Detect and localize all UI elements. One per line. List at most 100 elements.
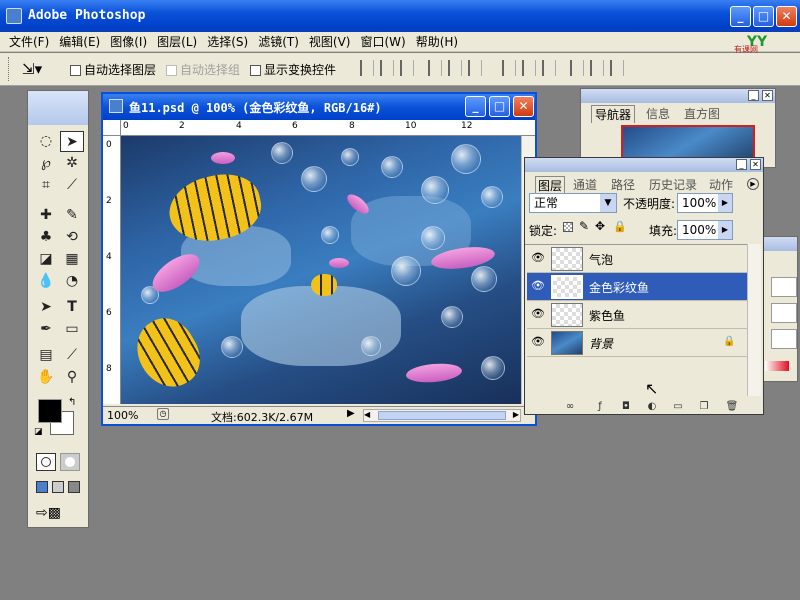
panel-minimize-button[interactable]: _ bbox=[736, 159, 747, 170]
scroll-left-icon[interactable]: ◀ bbox=[364, 410, 370, 419]
align-hcenter-icon[interactable] bbox=[448, 60, 462, 76]
auto-select-layer-checkbox[interactable]: 自动选择图层 bbox=[70, 61, 156, 78]
layer-row-golden-fish[interactable]: 👁 金色彩纹鱼 bbox=[527, 273, 747, 301]
magic-wand-tool-icon[interactable]: ✲ bbox=[60, 153, 84, 174]
new-group-icon[interactable]: ▭ bbox=[671, 401, 685, 412]
panel-menu-icon[interactable]: ▶ bbox=[747, 178, 759, 190]
adjustment-layer-icon[interactable]: ◐ bbox=[645, 401, 659, 412]
fill-input[interactable]: 100% ▶ bbox=[677, 220, 733, 240]
distribute-bottom-icon[interactable] bbox=[542, 60, 556, 76]
jump-to-imageready-icon[interactable]: ⇨▩ bbox=[36, 505, 80, 523]
layer-row-bubbles[interactable]: 👁 气泡 bbox=[527, 245, 747, 273]
menu-edit[interactable]: 编辑(E) bbox=[54, 32, 105, 52]
clone-stamp-tool-icon[interactable]: ♣ bbox=[34, 227, 58, 248]
layer-row-background[interactable]: 👁 背景 🔒 bbox=[527, 329, 747, 357]
notes-tool-icon[interactable]: ▤ bbox=[34, 345, 58, 366]
blur-tool-icon[interactable]: 💧 bbox=[34, 271, 58, 292]
lock-transparency-icon[interactable] bbox=[563, 222, 573, 232]
scroll-thumb[interactable] bbox=[378, 411, 506, 420]
gradient-tool-icon[interactable]: ▦ bbox=[60, 249, 84, 270]
standard-mode-icon[interactable] bbox=[36, 453, 56, 471]
zoom-level[interactable]: 100% bbox=[107, 409, 138, 422]
menu-layer[interactable]: 图层(L) bbox=[152, 32, 202, 52]
tab-layers[interactable]: 图层 bbox=[535, 176, 566, 194]
menu-window[interactable]: 窗口(W) bbox=[355, 32, 410, 52]
visibility-eye-icon[interactable]: 👁 bbox=[531, 336, 545, 348]
distribute-left-icon[interactable] bbox=[570, 60, 584, 76]
path-selection-tool-icon[interactable]: ➤ bbox=[34, 297, 58, 318]
quick-mask-mode-icon[interactable] bbox=[60, 453, 80, 471]
pen-tool-icon[interactable]: ✒ bbox=[34, 319, 58, 340]
scroll-right-icon[interactable]: ▶ bbox=[513, 410, 519, 419]
move-tool-preset-icon[interactable]: ⇲▾ bbox=[22, 60, 42, 78]
align-bottom-icon[interactable] bbox=[400, 60, 414, 76]
status-info-icon[interactable]: ◷ bbox=[157, 408, 169, 420]
eyedropper-tool-icon[interactable]: ⟋ bbox=[60, 345, 84, 366]
opacity-input[interactable]: 100% ▶ bbox=[677, 193, 733, 213]
show-transform-checkbox[interactable]: 显示变换控件 bbox=[250, 61, 336, 78]
background-panel-field[interactable] bbox=[771, 277, 797, 297]
align-left-icon[interactable] bbox=[428, 60, 442, 76]
screen-mode-full-menu-icon[interactable] bbox=[52, 481, 64, 493]
background-panel-field[interactable] bbox=[771, 329, 797, 349]
color-ramp[interactable] bbox=[765, 361, 789, 371]
slice-tool-icon[interactable]: ⟋ bbox=[60, 175, 84, 196]
menu-help[interactable]: 帮助(H) bbox=[411, 32, 463, 52]
panel-minimize-button[interactable]: _ bbox=[748, 90, 759, 101]
new-layer-icon[interactable]: ❐ bbox=[697, 401, 711, 412]
healing-brush-tool-icon[interactable]: ✚ bbox=[34, 205, 58, 226]
align-right-icon[interactable] bbox=[468, 60, 482, 76]
layers-scrollbar[interactable] bbox=[747, 244, 761, 396]
tab-info[interactable]: 信息 bbox=[643, 105, 673, 122]
distribute-right-icon[interactable] bbox=[610, 60, 624, 76]
trash-icon[interactable]: 🗑 bbox=[725, 401, 739, 412]
add-mask-icon[interactable]: ◘ bbox=[619, 401, 633, 412]
screen-mode-standard-icon[interactable] bbox=[36, 481, 48, 493]
history-brush-tool-icon[interactable]: ⟲ bbox=[60, 227, 84, 248]
visibility-eye-icon[interactable]: 👁 bbox=[531, 308, 545, 320]
panel-close-button[interactable]: ✕ bbox=[750, 159, 761, 170]
link-layers-icon[interactable]: ∞ bbox=[563, 401, 577, 412]
layer-row-purple-fish[interactable]: 👁 紫色鱼 bbox=[527, 301, 747, 329]
background-panel-field[interactable] bbox=[771, 303, 797, 323]
tab-history[interactable]: 历史记录 bbox=[647, 176, 699, 193]
dodge-tool-icon[interactable]: ◔ bbox=[60, 271, 84, 292]
menu-file[interactable]: 文件(F) bbox=[4, 32, 54, 52]
type-tool-icon[interactable]: T bbox=[60, 297, 84, 318]
doc-maximize-button[interactable]: □ bbox=[489, 96, 510, 117]
fill-slider-arrow-icon[interactable]: ▶ bbox=[718, 221, 732, 239]
lock-position-icon[interactable]: ✥ bbox=[595, 219, 605, 233]
visibility-eye-icon[interactable]: 👁 bbox=[531, 280, 545, 292]
menu-select[interactable]: 选择(S) bbox=[202, 32, 253, 52]
lock-pixels-icon[interactable]: ✎ bbox=[579, 219, 589, 233]
minimize-button[interactable]: _ bbox=[730, 6, 751, 27]
doc-minimize-button[interactable]: _ bbox=[465, 96, 486, 117]
align-top-icon[interactable] bbox=[360, 60, 374, 76]
distribute-hcenter-icon[interactable] bbox=[590, 60, 604, 76]
tab-paths[interactable]: 路径 bbox=[609, 176, 637, 193]
distribute-top-icon[interactable] bbox=[502, 60, 516, 76]
opacity-slider-arrow-icon[interactable]: ▶ bbox=[718, 194, 732, 212]
ruler-origin[interactable] bbox=[103, 120, 121, 136]
default-colors-icon[interactable]: ◪ bbox=[34, 427, 43, 437]
toolbox-header-feather-icon[interactable] bbox=[28, 91, 88, 125]
eraser-tool-icon[interactable]: ◪ bbox=[34, 249, 58, 270]
lasso-tool-icon[interactable]: ℘ bbox=[34, 153, 58, 174]
align-vcenter-icon[interactable] bbox=[380, 60, 394, 76]
zoom-tool-icon[interactable]: ⚲ bbox=[60, 367, 84, 388]
maximize-button[interactable]: □ bbox=[753, 6, 774, 27]
crop-tool-icon[interactable]: ⌗ bbox=[34, 175, 58, 196]
move-tool-icon[interactable]: ➤ bbox=[60, 131, 84, 152]
blend-mode-select[interactable]: 正常 ▼ bbox=[529, 193, 617, 213]
screen-mode-full-icon[interactable] bbox=[68, 481, 80, 493]
distribute-vcenter-icon[interactable] bbox=[522, 60, 536, 76]
tab-channels[interactable]: 通道 bbox=[571, 176, 599, 193]
menu-filter[interactable]: 滤镜(T) bbox=[253, 32, 304, 52]
close-button[interactable]: ✕ bbox=[776, 6, 797, 27]
layer-style-icon[interactable]: ƒ bbox=[593, 401, 607, 412]
visibility-eye-icon[interactable]: 👁 bbox=[531, 252, 545, 264]
lock-all-icon[interactable]: 🔒 bbox=[613, 220, 627, 233]
tab-navigator[interactable]: 导航器 bbox=[591, 105, 636, 123]
hand-tool-icon[interactable]: ✋ bbox=[34, 367, 58, 388]
menu-image[interactable]: 图像(I) bbox=[105, 32, 152, 52]
